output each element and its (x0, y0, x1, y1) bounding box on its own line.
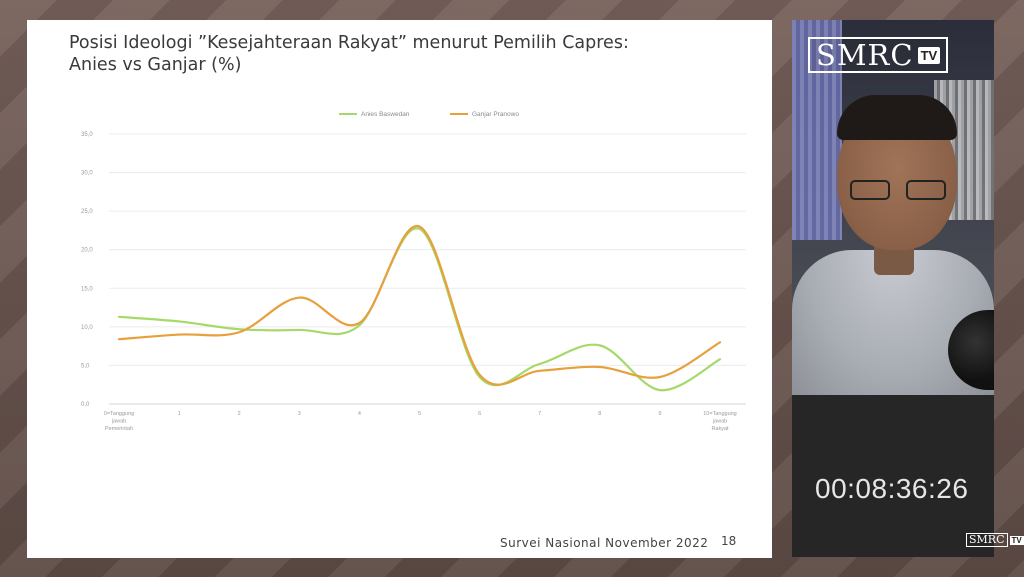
y-tick-label: 15,0 (81, 286, 93, 292)
x-tick-label: 2 (238, 411, 241, 417)
x-tick-label: 6 (478, 411, 481, 417)
x-tick-label: 5 (418, 411, 421, 417)
x-tick-label: 7 (538, 411, 541, 417)
x-tick-label: 3 (298, 411, 301, 417)
y-tick-label: 10,0 (81, 325, 93, 331)
y-tick-label: 20,0 (81, 248, 93, 254)
line-chart: 0,0 5,0 10,0 15,0 20,0 25,0 30,0 35,0 0=Tanggung… (81, 111, 746, 432)
x-tick-label: 0=Tanggung (104, 411, 134, 417)
y-tick-label: 0,0 (81, 402, 90, 408)
x-tick-label: Rakyat (711, 426, 729, 432)
y-tick-label: 35,0 (81, 132, 93, 138)
page-number: 18 (721, 534, 737, 548)
source-footer: Survei Nasional November 2022 (500, 536, 709, 550)
x-tick-label: jawab (111, 419, 126, 425)
x-tick-label: 10=Tanggung (703, 411, 737, 417)
glasses-icon (850, 180, 946, 202)
logo-text: SMRC (816, 38, 914, 72)
legend-label: Ganjar Pranowo (472, 111, 519, 118)
y-tick-label: 5,0 (81, 363, 90, 369)
legend-label: Anies Baswedan (361, 111, 410, 118)
small-logo-text: SMRC (966, 533, 1008, 547)
x-tick-label: jawab (712, 419, 727, 425)
x-tick-label: 8 (598, 411, 601, 417)
x-tick-label: 9 (658, 411, 661, 417)
smrc-tv-logo: SMRC TV (808, 37, 949, 73)
small-smrc-logo: SMRC TV (966, 533, 1024, 547)
presentation-slide: Posisi Ideologi ”Kesejahteraan Rakyat” m… (27, 20, 772, 558)
small-logo-badge: TV (1009, 535, 1024, 545)
series-line-anies (117, 227, 722, 392)
speaker-hair (837, 95, 957, 140)
logo-badge: TV (917, 46, 941, 64)
speaker-video (792, 20, 994, 395)
broadcast-timer: 00:08:36:26 (815, 473, 969, 504)
x-tick-label: 4 (358, 411, 361, 417)
y-tick-label: 25,0 (81, 209, 93, 215)
x-tick-label: 1 (178, 411, 181, 417)
y-tick-label: 30,0 (81, 171, 93, 177)
x-tick-label: Pemerintah (105, 426, 133, 432)
